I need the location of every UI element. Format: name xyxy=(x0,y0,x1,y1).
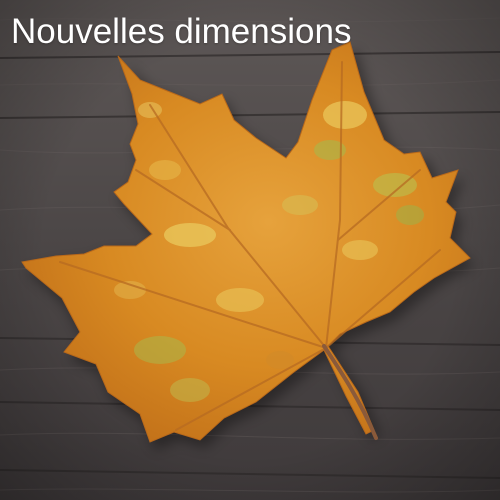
photo-scene: Nouvelles dimensions xyxy=(0,0,500,500)
caption-title: Nouvelles dimensions xyxy=(11,12,352,51)
photo-canvas xyxy=(0,0,500,500)
